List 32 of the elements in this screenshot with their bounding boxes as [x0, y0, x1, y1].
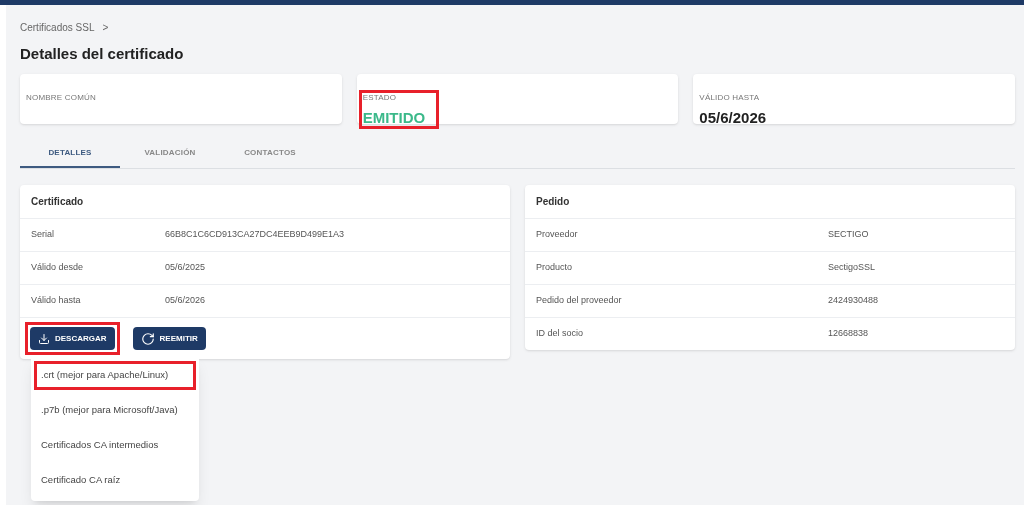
- tab[interactable]: DETALLES: [20, 140, 120, 168]
- card-value: 05/6/2026: [699, 110, 767, 125]
- card-label: NOMBRE COMÚN: [26, 94, 96, 102]
- field-label: Pedido del proveedor: [536, 294, 623, 308]
- card-label: VÁLIDO HASTA: [699, 94, 761, 102]
- card-title: Pedido: [536, 195, 570, 209]
- field-label: Producto: [536, 261, 574, 275]
- menu-item[interactable]: .p7b (mejor para Microsoft/Java): [31, 393, 199, 428]
- field-value: 66B8C1C6CD913CA27DC4EEB9D499E1A3: [165, 228, 345, 242]
- field-value: SectigoSSL: [828, 261, 876, 275]
- page-title: Detalles del certificado: [20, 46, 185, 61]
- card-label: ESTADO: [362, 94, 398, 102]
- field-value: SECTIGO: [828, 228, 869, 242]
- status-value: EMITIDO: [362, 110, 426, 125]
- field-label: Serial: [31, 228, 55, 242]
- field-value: 05/6/2025: [165, 261, 206, 275]
- field-label: ID del socio: [536, 327, 585, 341]
- field-label: Válido hasta: [31, 294, 82, 308]
- field-value: 12668838: [828, 327, 869, 341]
- breadcrumb-link[interactable]: Certificados SSL: [20, 19, 95, 35]
- card-title: Certificado: [31, 195, 84, 209]
- field-value: 2424930488: [828, 294, 879, 308]
- menu-item[interactable]: Certificado CA raíz: [31, 463, 199, 498]
- field-label: Proveedor: [536, 228, 579, 242]
- download-button[interactable]: DESCARGAR: [25, 322, 120, 355]
- download-icon: [38, 332, 50, 345]
- menu-item[interactable]: Certificados CA intermedios: [31, 428, 199, 463]
- refresh-icon: [140, 331, 155, 346]
- field-value: 05/6/2026: [165, 294, 206, 308]
- breadcrumb-separator: >: [102, 20, 109, 35]
- field-label: Válido desde: [31, 261, 85, 275]
- menu-item[interactable]: .crt (mejor para Apache/Linux): [31, 358, 199, 393]
